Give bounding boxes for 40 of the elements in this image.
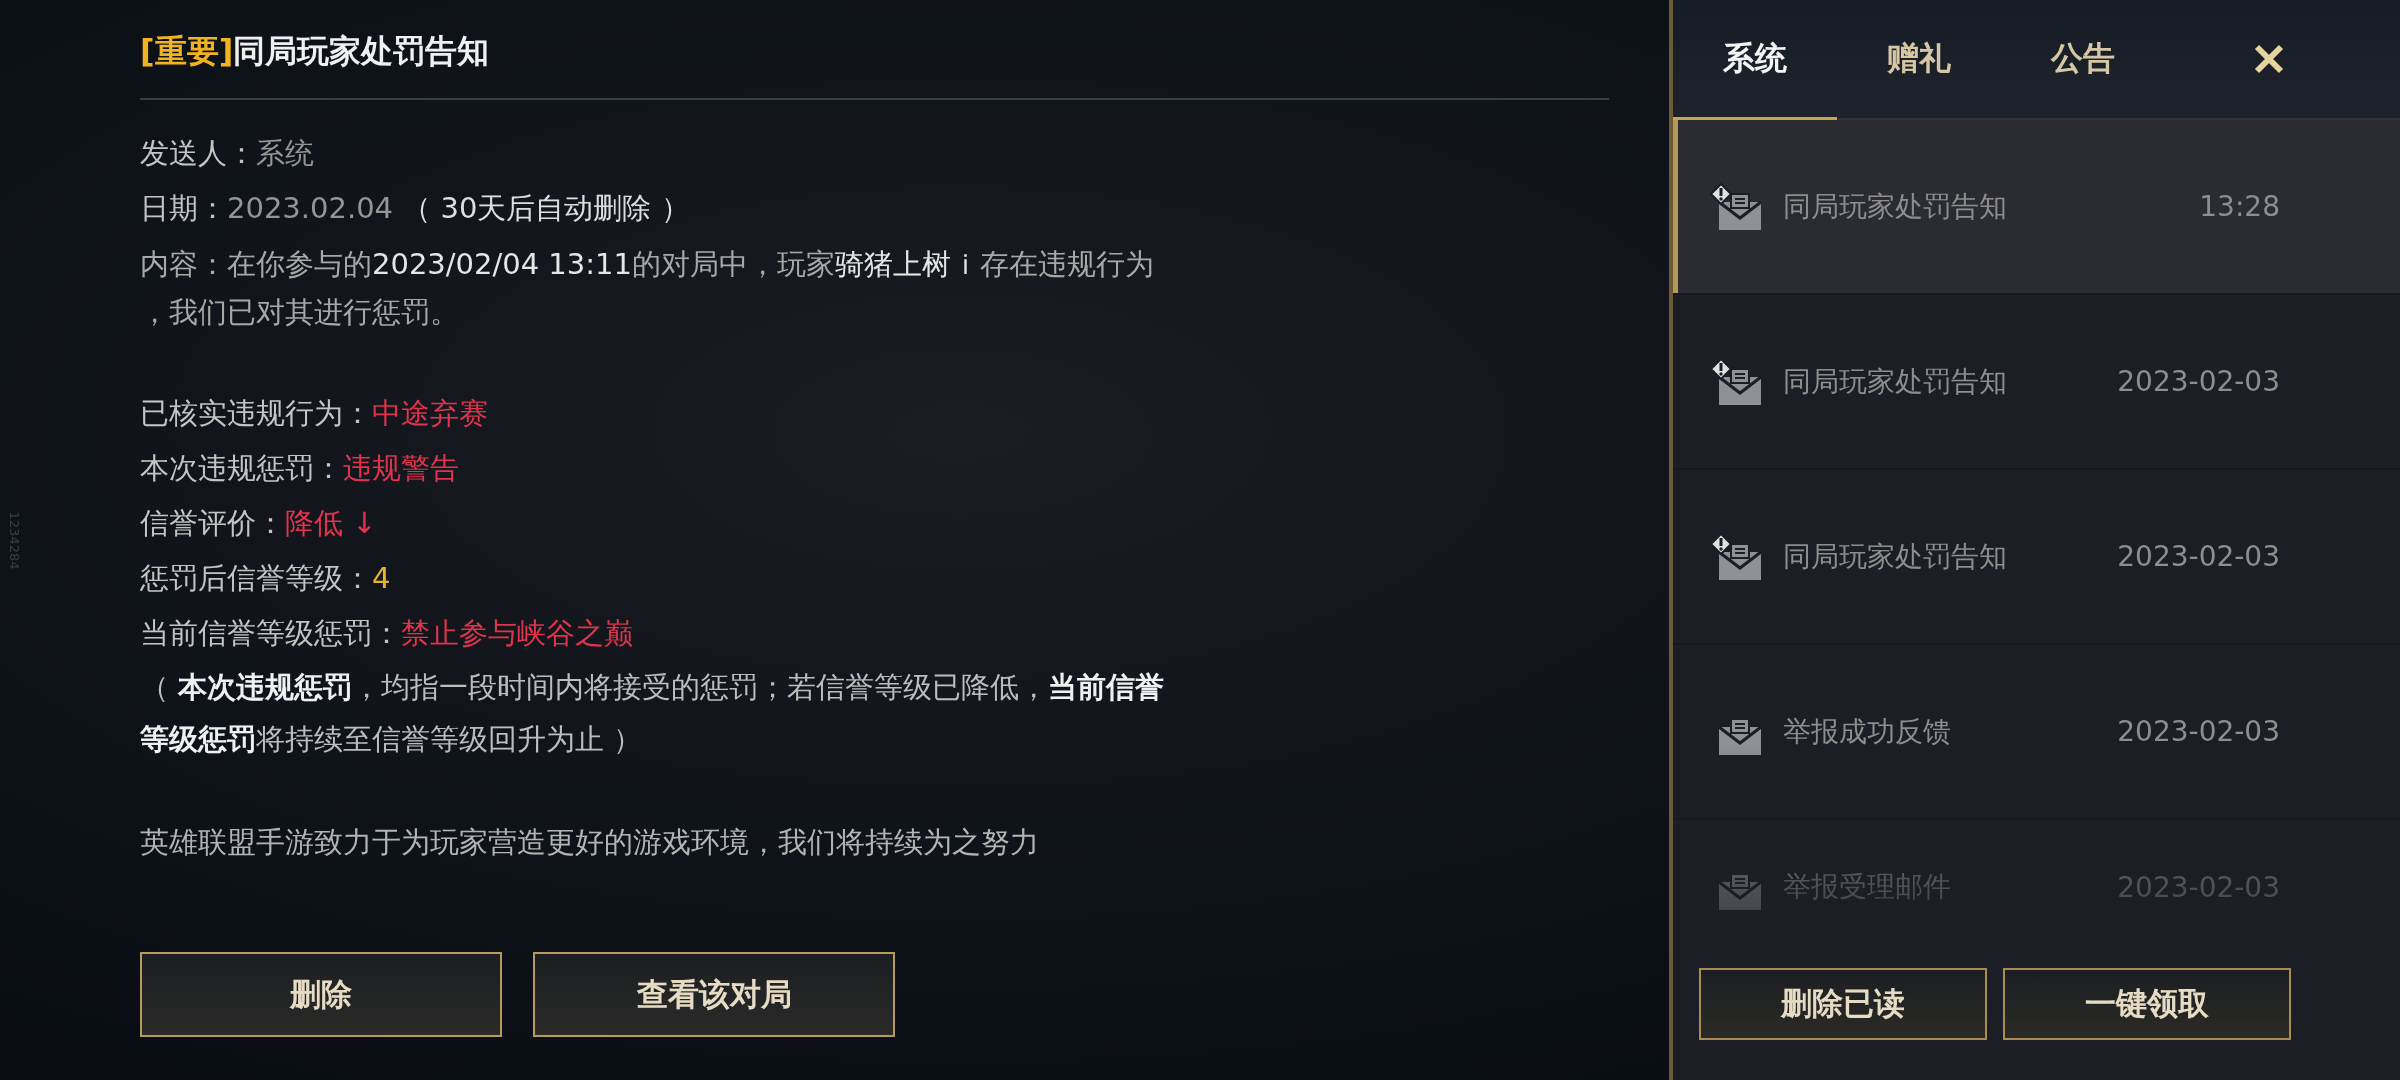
sender-label: 发送人：	[140, 136, 256, 170]
penalty-value: 违规警告	[343, 451, 459, 485]
penalty-label: 信誉评价：	[140, 506, 285, 540]
mail-list-item[interactable]: 同局玩家处罚告知 2023-02-03	[1673, 470, 2400, 645]
delete-button[interactable]: 删除	[140, 952, 502, 1037]
sender-value: 系统	[256, 136, 314, 170]
close-icon	[2254, 44, 2284, 74]
mail-item-time: 2023-02-03	[2117, 365, 2280, 398]
penalty-value: 中途弃赛	[372, 396, 488, 430]
view-match-button[interactable]: 查看该对局	[533, 952, 895, 1037]
mail-list-item[interactable]: 举报成功反馈 2023-02-03	[1673, 645, 2400, 820]
date-label: 日期：	[140, 191, 227, 225]
note-text: （ 本次违规惩罚，均指一段时间内将接受的惩罚；若信誉等级已降低，当前信誉等级惩罚将持续至信誉等级回升为止 ）	[140, 669, 1166, 758]
tab[interactable]: 赠礼	[1837, 0, 2002, 118]
date-note: （ 30天后自动删除 ）	[402, 191, 690, 225]
mail-list-item[interactable]: 同局玩家处罚告知 13:28	[1673, 120, 2400, 295]
mail-list-item[interactable]: 同局玩家处罚告知 2023-02-03	[1673, 295, 2400, 470]
mail-item-time: 2023-02-03	[2117, 540, 2280, 573]
content-text: 内容：在你参与的2023/02/04 13:11的对局中，玩家骑猪上树ｉ存在违规行为，我们已对其进行惩罚。	[140, 246, 1155, 331]
penalty-label: 已核实违规行为：	[140, 396, 372, 430]
delete-read-button[interactable]: 删除已读	[1699, 968, 1988, 1040]
mail-item-time: 2023-02-03	[2117, 715, 2280, 748]
tab[interactable]: 系统	[1673, 0, 1838, 118]
penalty-label: 惩罚后信誉等级：	[140, 561, 372, 595]
penalty-value: 禁止参与峡谷之巅	[401, 616, 633, 650]
footer-text: 英雄联盟手游致力于为玩家营造更好的游戏环境，我们将持续为之努力	[140, 824, 1040, 861]
penalty-value: 降低 ↓	[285, 506, 377, 540]
claim-all-button[interactable]: 一键领取	[2003, 968, 2292, 1040]
mail-item-title: 同局玩家处罚告知	[1783, 538, 2008, 575]
penalty-label: 本次违规惩罚：	[140, 451, 343, 485]
mail-title: [重要]同局玩家处罚告知	[140, 30, 1610, 100]
mail-item-title: 举报受理邮件	[1783, 869, 1952, 905]
date-value: 2023.02.04	[227, 191, 394, 225]
penalty-value: 4	[372, 561, 391, 595]
tab[interactable]: 公告	[2001, 0, 2166, 118]
penalty-label: 当前信誉等级惩罚：	[140, 616, 401, 650]
mail-item-title: 举报成功反馈	[1783, 713, 1952, 750]
mail-item-title: 同局玩家处罚告知	[1783, 363, 2008, 400]
mail-item-title: 同局玩家处罚告知	[1783, 188, 2008, 225]
mail-item-time: 13:28	[2199, 190, 2280, 223]
